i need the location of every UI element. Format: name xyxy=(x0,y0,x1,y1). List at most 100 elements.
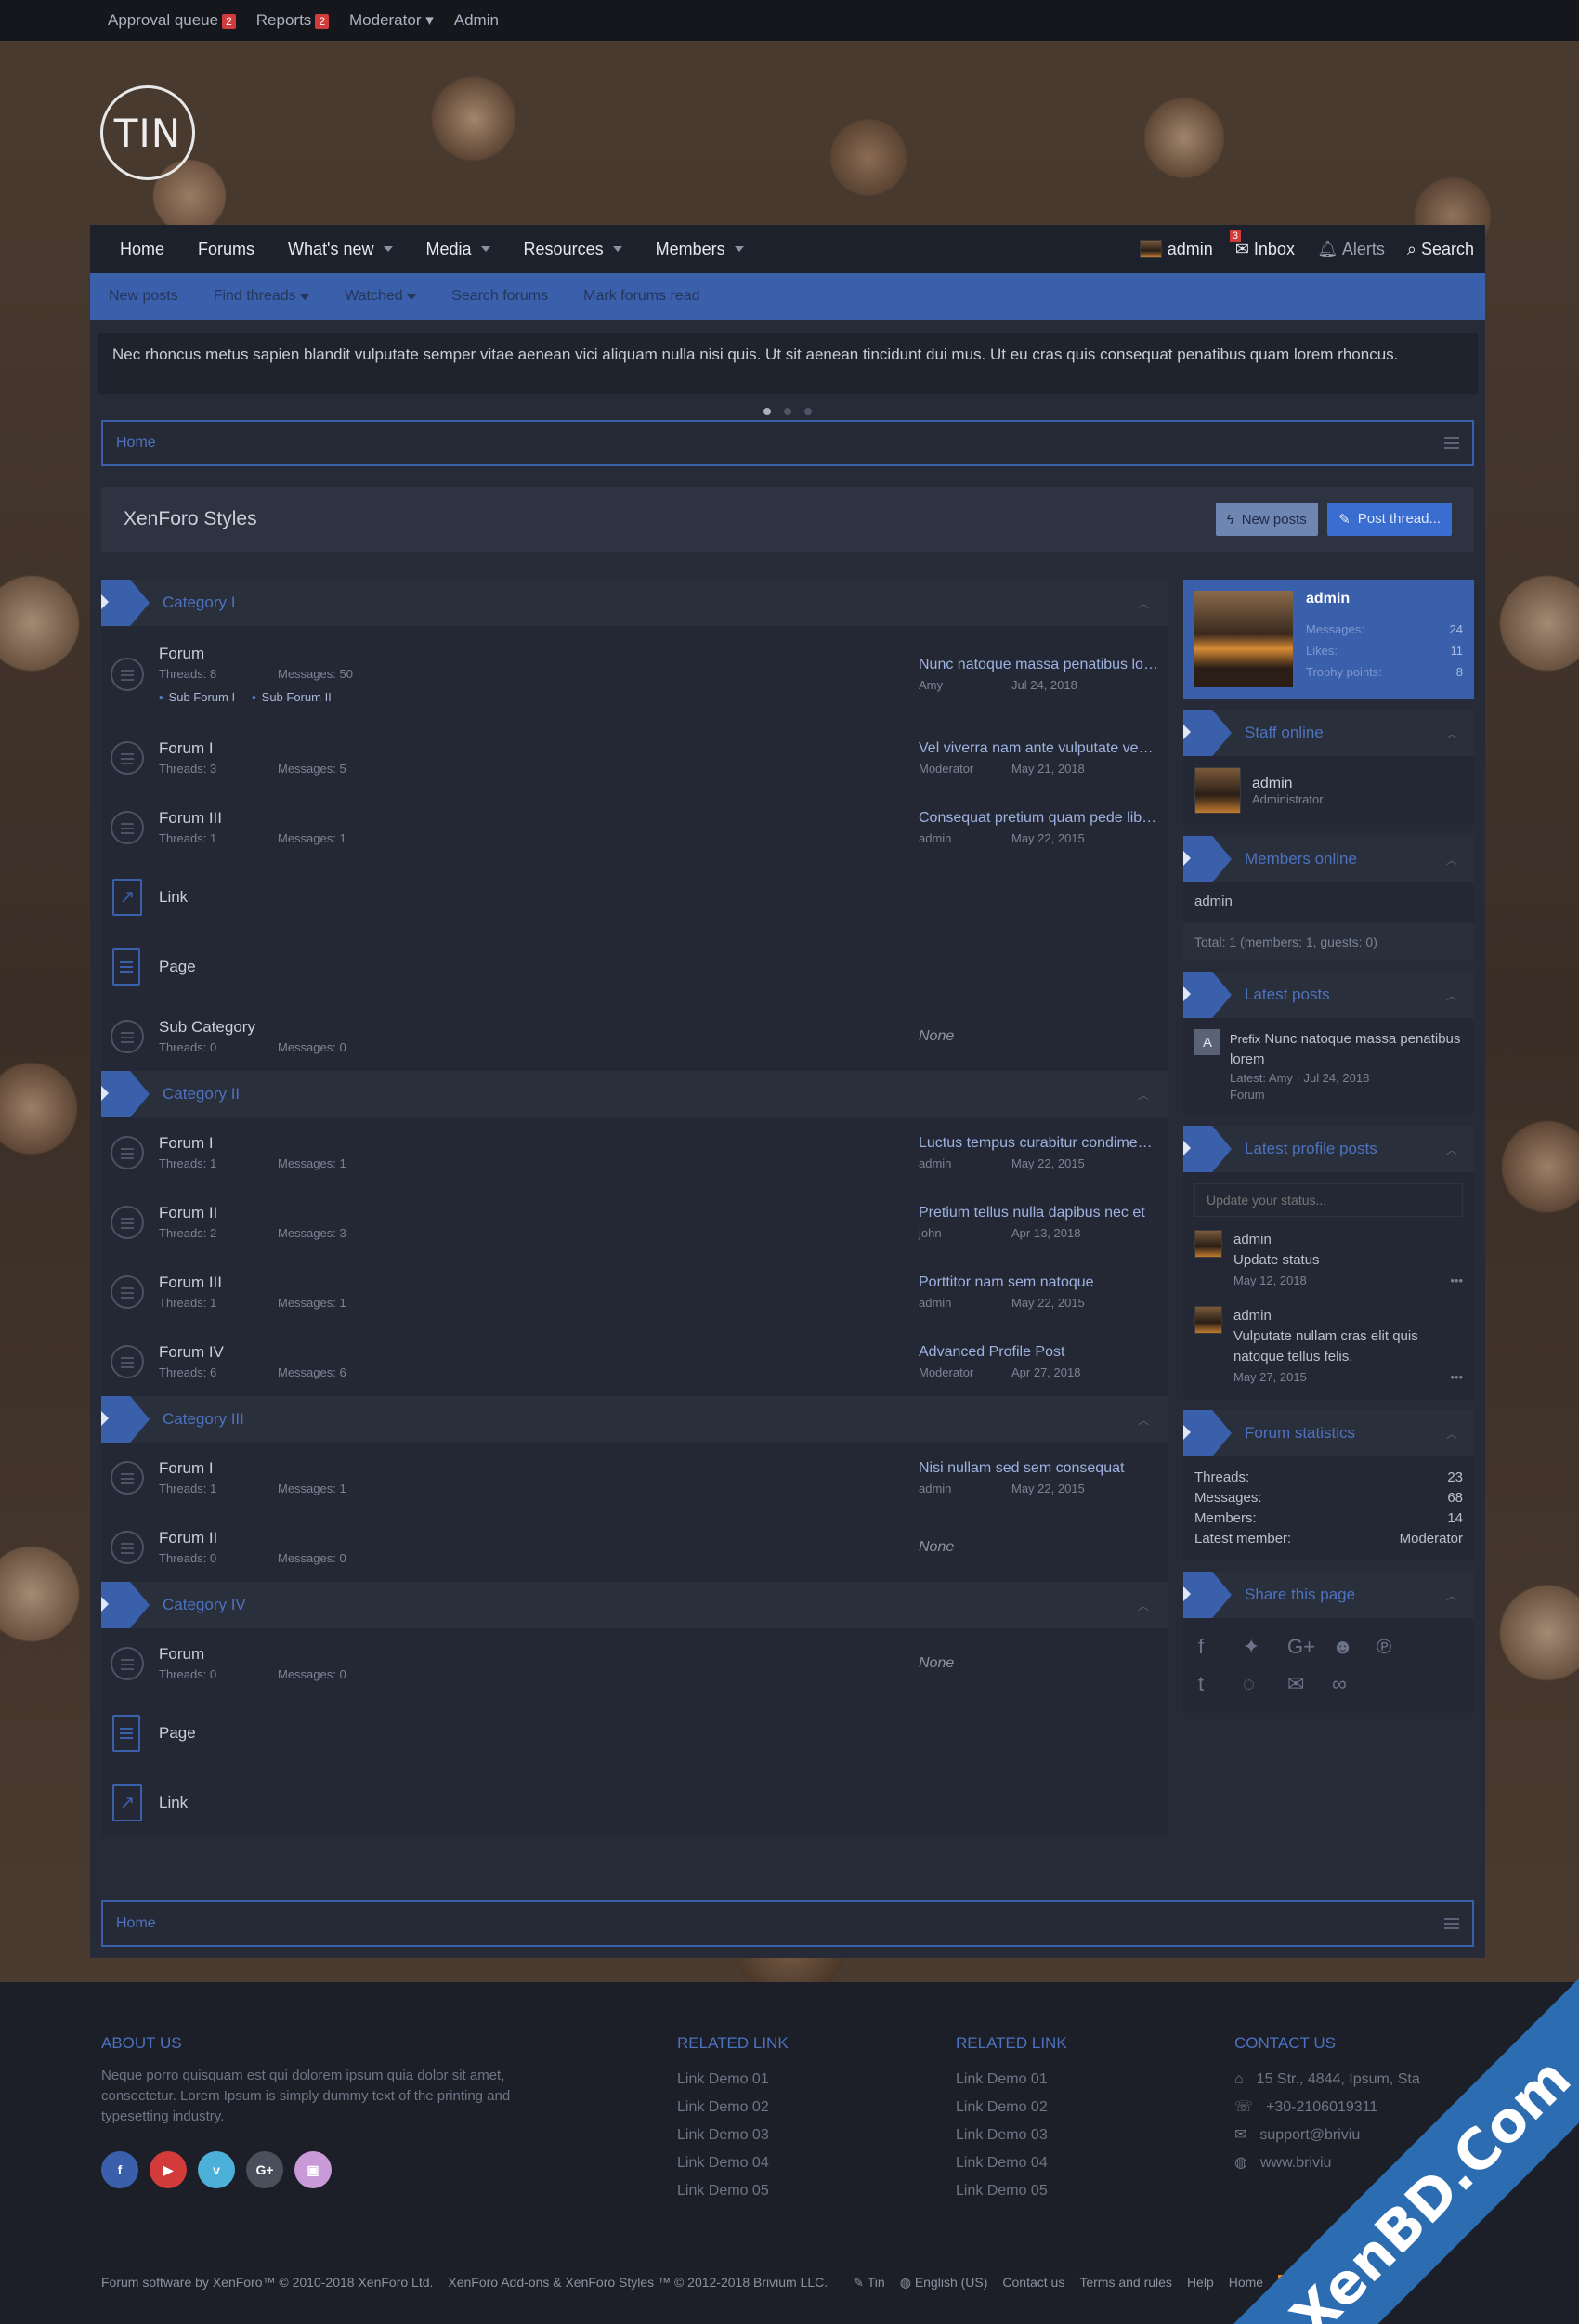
forum-title[interactable]: Forum III xyxy=(159,809,397,828)
pinterest-icon[interactable]: ℗ xyxy=(1377,1635,1421,1659)
reports-link[interactable]: Reports 2 xyxy=(256,11,329,30)
page-link[interactable]: Page xyxy=(159,958,196,976)
contact-email[interactable]: support@briviu xyxy=(1259,2127,1360,2143)
nav-forums[interactable]: Forums xyxy=(198,240,254,259)
subnav-new-posts[interactable]: New posts xyxy=(109,288,178,305)
nav-members[interactable]: Members xyxy=(656,240,744,259)
youtube-icon[interactable]: ▶ xyxy=(150,2151,187,2188)
collapse-icon[interactable]: ︿ xyxy=(1446,725,1457,741)
nav-media[interactable]: Media xyxy=(426,240,490,259)
sub-forum-link[interactable]: Sub Forum I xyxy=(159,690,236,704)
site-logo[interactable]: TIN xyxy=(100,85,195,180)
chevron-down-icon[interactable] xyxy=(480,246,490,252)
category-title[interactable]: Category IV xyxy=(163,1596,246,1614)
facebook-icon[interactable]: f xyxy=(1198,1635,1243,1659)
footer-link[interactable]: Link Demo 03 xyxy=(956,2122,1067,2149)
footer-link[interactable]: Link Demo 03 xyxy=(677,2122,789,2149)
collapse-icon[interactable]: ︿ xyxy=(1446,1426,1457,1442)
category-title[interactable]: Category I xyxy=(163,594,235,612)
forum-title[interactable]: Forum I xyxy=(159,1134,397,1153)
footer-link[interactable]: Link Demo 01 xyxy=(956,2066,1067,2094)
style-chooser[interactable]: ✎ Tin xyxy=(853,2275,884,2291)
avatar[interactable] xyxy=(1194,1230,1222,1258)
page-link[interactable]: Page xyxy=(159,1724,196,1743)
subnav-search-forums[interactable]: Search forums xyxy=(451,288,548,305)
collapse-icon[interactable]: ︿ xyxy=(1446,1587,1457,1603)
forum-title[interactable]: Forum II xyxy=(159,1204,397,1222)
last-post-date[interactable]: May 22, 2015 xyxy=(1011,1156,1085,1170)
last-post-date[interactable]: Jul 24, 2018 xyxy=(1011,678,1077,692)
collapse-icon[interactable]: ︿ xyxy=(1446,987,1457,1003)
forum-title[interactable]: Forum xyxy=(159,1645,397,1664)
avatar[interactable] xyxy=(1194,767,1241,814)
collapse-icon[interactable]: ︿ xyxy=(1138,1087,1149,1103)
last-post-title[interactable]: Vel viverra nam ante vulputate venenatis xyxy=(919,740,1160,757)
last-post-date[interactable]: Apr 27, 2018 xyxy=(1011,1365,1080,1379)
forum-title[interactable]: Forum I xyxy=(159,1459,397,1478)
footer-link[interactable]: Link Demo 02 xyxy=(677,2094,789,2122)
nav-resources[interactable]: Resources xyxy=(524,240,622,259)
footer-link[interactable]: Link Demo 02 xyxy=(956,2094,1067,2122)
category-header[interactable]: Category II ︿ xyxy=(101,1071,1168,1117)
email-icon[interactable]: ✉ xyxy=(1287,1672,1332,1696)
chevron-down-icon[interactable] xyxy=(612,246,622,252)
forum-title[interactable]: Forum xyxy=(159,645,397,663)
breadcrumb-home[interactable]: Home xyxy=(116,1915,156,1932)
copyright[interactable]: Forum software by XenForo™ © 2010-2018 X… xyxy=(101,2275,433,2291)
status-input[interactable] xyxy=(1194,1183,1463,1217)
last-post-date[interactable]: May 22, 2015 xyxy=(1011,1296,1085,1310)
last-post-date[interactable]: May 22, 2015 xyxy=(1011,831,1085,845)
moderator-menu[interactable]: Moderator ▾ xyxy=(349,11,434,30)
reddit-icon[interactable]: ☻ xyxy=(1332,1635,1377,1659)
language-chooser[interactable]: ◍ English (US) xyxy=(900,2275,988,2291)
footer-link[interactable]: Link Demo 05 xyxy=(956,2177,1067,2205)
copyright-addons[interactable]: XenForo Add-ons & XenForo Styles ™ © 201… xyxy=(448,2275,838,2291)
home-link[interactable]: Home xyxy=(1229,2275,1263,2291)
forum-title[interactable]: Forum II xyxy=(159,1529,397,1547)
last-post-title[interactable]: Nisi nullam sed sem consequat xyxy=(919,1460,1160,1477)
sub-forum-link[interactable]: Sub Forum II xyxy=(252,690,332,704)
flickr-icon[interactable]: ▣ xyxy=(294,2151,332,2188)
last-post-user[interactable]: admin xyxy=(919,1296,1011,1310)
category-header[interactable]: Category IV ︿ xyxy=(101,1582,1168,1628)
category-header[interactable]: Category I ︿ xyxy=(101,580,1168,626)
account-menu[interactable]: admin xyxy=(1139,240,1213,259)
new-posts-button[interactable]: ϟ New posts xyxy=(1215,503,1318,537)
avatar[interactable] xyxy=(1194,1306,1222,1334)
search-link[interactable]: ⌕ Search xyxy=(1407,240,1474,259)
collapse-icon[interactable]: ︿ xyxy=(1446,1142,1457,1157)
last-post-title[interactable]: Consequat pretium quam pede libero xyxy=(919,810,1160,827)
profile-post-user[interactable]: admin xyxy=(1233,1306,1463,1326)
twitter-icon[interactable]: ✦ xyxy=(1243,1635,1287,1659)
forum-title[interactable]: Forum I xyxy=(159,739,397,758)
footer-link[interactable]: Link Demo 04 xyxy=(956,2149,1067,2177)
subnav-find-threads[interactable]: Find threads xyxy=(214,288,310,305)
nav-home[interactable]: Home xyxy=(120,240,164,259)
post-thread-button[interactable]: ✎ Post thread... xyxy=(1327,502,1452,536)
forum-title[interactable]: Forum III xyxy=(159,1273,397,1292)
avatar[interactable]: A xyxy=(1194,1029,1220,1055)
last-post-user[interactable]: admin xyxy=(919,1482,1011,1495)
last-post-date[interactable]: May 22, 2015 xyxy=(1011,1482,1085,1495)
staff-name[interactable]: admin xyxy=(1252,776,1324,792)
pager-dot[interactable] xyxy=(763,408,771,415)
category-title[interactable]: Category II xyxy=(163,1085,240,1103)
last-post-user[interactable]: Moderator xyxy=(919,1365,1011,1379)
inbox-link[interactable]: 3 ✉ Inbox xyxy=(1229,229,1295,259)
help-link[interactable]: Help xyxy=(1187,2275,1214,2291)
facebook-icon[interactable]: f xyxy=(101,2151,138,2188)
google-plus-icon[interactable]: G+ xyxy=(246,2151,283,2188)
online-member[interactable]: admin xyxy=(1183,882,1474,923)
latest-post-title[interactable]: Nunc natoque massa penatibus lorem xyxy=(1230,1031,1460,1067)
last-post-title[interactable]: Pretium tellus nulla dapibus nec et xyxy=(919,1205,1160,1221)
pager-dot[interactable] xyxy=(804,408,812,415)
tumblr-icon[interactable]: t xyxy=(1198,1672,1243,1696)
more-icon[interactable]: ••• xyxy=(1450,1271,1463,1291)
whatsapp-icon[interactable]: ◌ xyxy=(1243,1672,1287,1696)
latest-post-forum[interactable]: Forum xyxy=(1230,1087,1463,1103)
last-post-date[interactable]: Apr 13, 2018 xyxy=(1011,1226,1080,1240)
more-icon[interactable]: ••• xyxy=(1450,1367,1463,1388)
google-plus-icon[interactable]: G+ xyxy=(1287,1635,1332,1659)
subnav-mark-read[interactable]: Mark forums read xyxy=(583,288,699,305)
chevron-down-icon[interactable] xyxy=(734,246,744,252)
